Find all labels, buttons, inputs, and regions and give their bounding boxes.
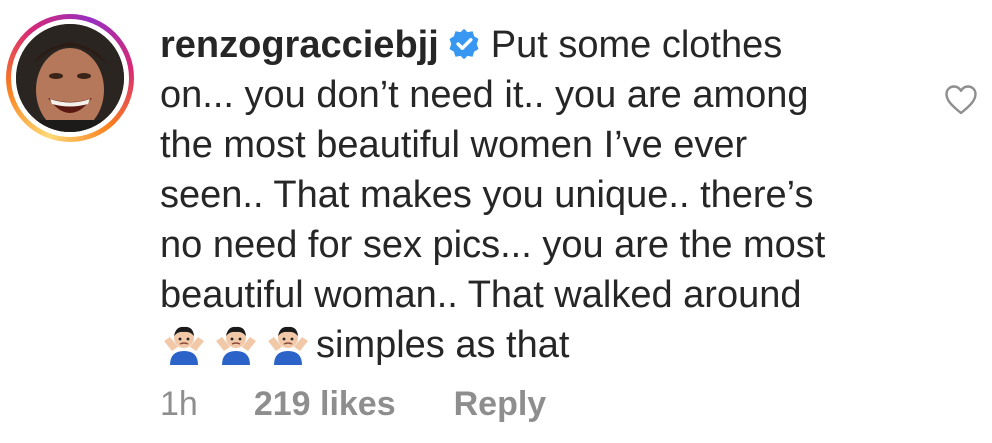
- username[interactable]: renzogracciebjj: [160, 24, 439, 66]
- comment-text-end: simples as that: [316, 324, 570, 366]
- comment-meta: 1h 219 likes Reply: [160, 382, 546, 426]
- likes-count[interactable]: 219 likes: [254, 382, 396, 426]
- man-shrugging-icon: [164, 326, 204, 365]
- avatar[interactable]: [16, 24, 124, 132]
- comment-line-5: no need for sex pics... you are the most: [160, 224, 826, 266]
- comment-line-7: simples as that: [160, 320, 940, 370]
- man-shrugging-icon: [216, 326, 256, 365]
- comment-text: Put some clothes: [490, 24, 783, 66]
- avatar-photo: [16, 24, 124, 132]
- man-shrugging-icon: [268, 326, 308, 365]
- comment-line-2: on... you don’t need it.. you are among: [160, 74, 809, 116]
- comment-line-6: beautiful woman.. That walked around: [160, 274, 802, 316]
- avatar-story-ring[interactable]: [6, 14, 134, 142]
- verified-badge-icon: [449, 28, 479, 60]
- heart-outline-icon[interactable]: [944, 84, 978, 116]
- comment-line-4: seen.. That makes you unique.. there’s: [160, 174, 814, 216]
- timestamp: 1h: [160, 385, 198, 423]
- comment-body: renzogracciebjj Put some clothes on... yo…: [160, 20, 940, 370]
- comment-line-3: the most beautiful women I’ve ever: [160, 124, 748, 166]
- comment: renzogracciebjj Put some clothes on... yo…: [0, 0, 992, 443]
- reply-button[interactable]: Reply: [454, 382, 547, 426]
- comment-line-1: renzogracciebjj Put some clothes: [160, 20, 940, 70]
